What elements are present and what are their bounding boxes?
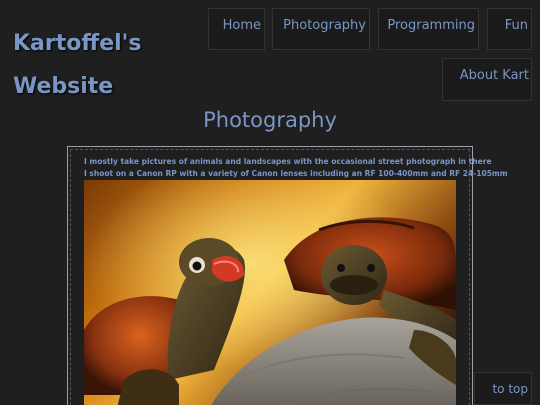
nav-home-button[interactable]: Home bbox=[208, 8, 265, 50]
nav-fun-button[interactable]: Fun bbox=[487, 8, 532, 50]
nav-about-button[interactable]: About Kart bbox=[442, 58, 532, 101]
turtle-photo-image bbox=[84, 180, 456, 405]
site-title-line2: Website bbox=[13, 74, 114, 99]
nav-photography-button[interactable]: Photography bbox=[272, 8, 370, 50]
gallery-frame: I mostly take pictures of animals and la… bbox=[67, 146, 508, 405]
to-top-button[interactable]: to top bbox=[474, 372, 532, 405]
gallery-intro: I mostly take pictures of animals and la… bbox=[84, 156, 508, 180]
intro-line-2: I shoot on a Canon RP with a variety of … bbox=[84, 169, 508, 178]
site-title: Kartoffel's Website bbox=[13, 22, 203, 108]
nav-programming-button[interactable]: Programming bbox=[378, 8, 479, 50]
site-title-line1: Kartoffel's bbox=[13, 31, 142, 56]
page-title: Photography bbox=[203, 108, 337, 132]
intro-line-1: I mostly take pictures of animals and la… bbox=[84, 157, 492, 166]
turtle-photo bbox=[84, 180, 456, 405]
